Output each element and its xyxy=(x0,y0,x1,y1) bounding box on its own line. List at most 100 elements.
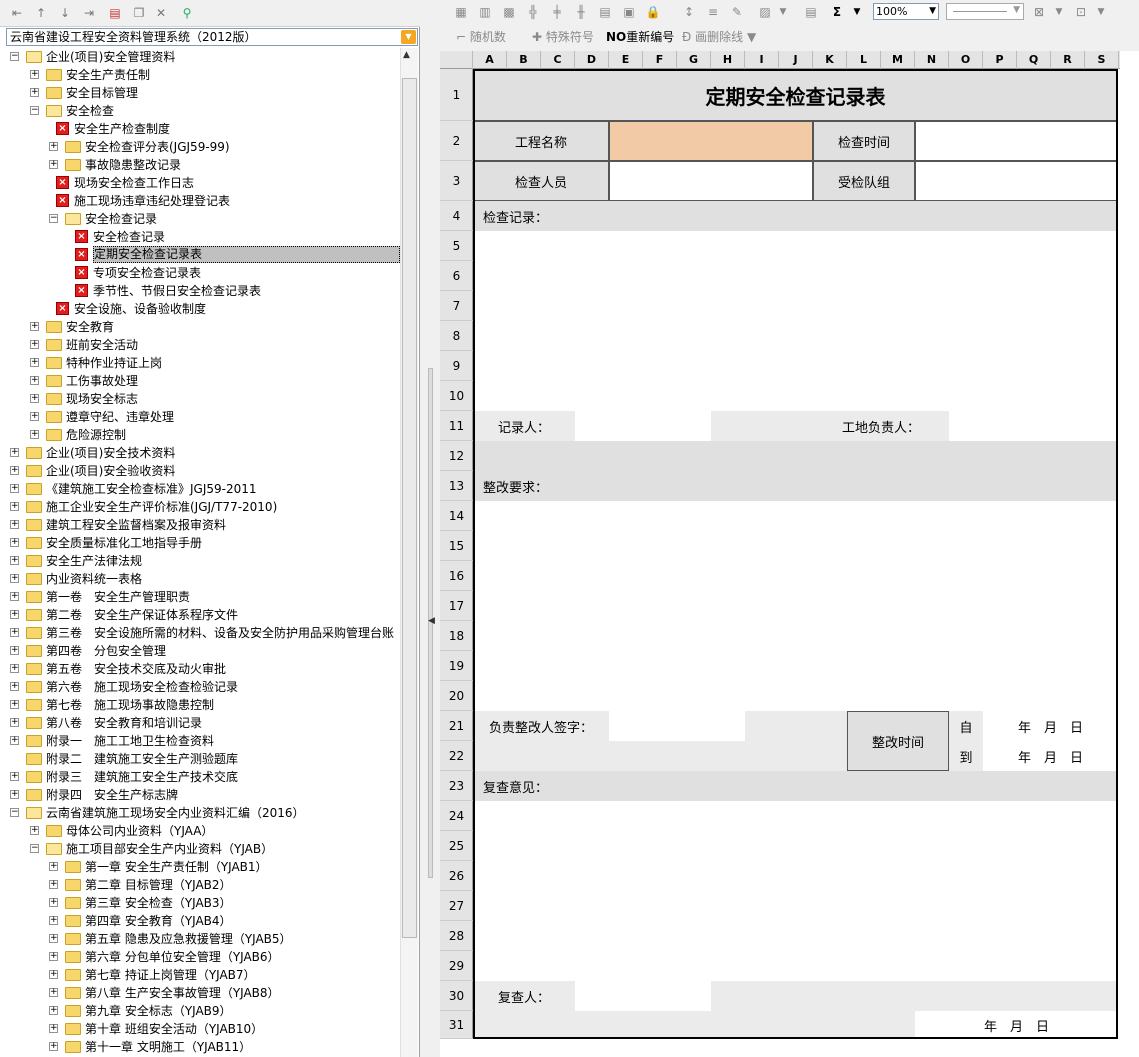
random-number-button[interactable]: ⌐ 随机数 xyxy=(456,28,506,45)
border-style-dropdown-icon[interactable]: ▼ xyxy=(1092,3,1110,21)
tree-node-label[interactable]: 第一章 安全生产责任制（YJAB1） xyxy=(85,858,268,876)
row-header-cell[interactable]: 6 xyxy=(440,261,473,291)
tree-node[interactable]: × 安全设施、设备验收制度 xyxy=(0,300,400,318)
expand-icon[interactable]: + xyxy=(10,646,19,655)
tree-node-label[interactable]: 《建筑施工安全检查标准》JGJ59-2011 xyxy=(46,480,257,498)
tree-node-label[interactable]: 第五章 隐患及应急救援管理（YJAB5） xyxy=(85,930,292,948)
column-header-cell[interactable]: P xyxy=(983,51,1017,69)
expand-icon[interactable]: + xyxy=(49,898,58,907)
column-header-cell[interactable]: D xyxy=(575,51,609,69)
tree-node-label[interactable]: 安全目标管理 xyxy=(66,84,138,102)
tree-node[interactable]: + 安全教育 xyxy=(0,318,400,336)
tree-node[interactable]: + 第五章 隐患及应急救援管理（YJAB5） xyxy=(0,930,400,948)
tree-node-label[interactable]: 第十一章 文明施工（YJAB11） xyxy=(85,1038,251,1056)
expand-icon[interactable]: + xyxy=(10,718,19,727)
row-header-cell[interactable]: 27 xyxy=(440,891,473,921)
collapse-icon[interactable]: − xyxy=(30,106,39,115)
tree-node-label[interactable]: 安全设施、设备验收制度 xyxy=(74,300,206,318)
site-leader-field[interactable] xyxy=(949,411,1118,441)
tree-node-label[interactable]: 附录三 建筑施工安全生产技术交底 xyxy=(46,768,238,786)
tree-node-label[interactable]: 第二卷 安全生产保证体系程序文件 xyxy=(46,606,238,624)
tree-node[interactable]: + 第四章 安全教育（YJAB4） xyxy=(0,912,400,930)
project-name-field[interactable] xyxy=(609,121,813,161)
row-header-cell[interactable]: 31 xyxy=(440,1011,473,1039)
expand-icon[interactable]: + xyxy=(49,916,58,925)
tree-node[interactable]: + 第二卷 安全生产保证体系程序文件 xyxy=(0,606,400,624)
tree-node[interactable]: + 安全生产法律法规 xyxy=(0,552,400,570)
renumber-button[interactable]: NO重新编号 xyxy=(606,28,674,45)
scroll-up-icon[interactable]: ▲ xyxy=(403,50,410,60)
tree-node[interactable]: + 事故隐患整改记录 xyxy=(0,156,400,174)
zoom-select[interactable]: 100% ▼ xyxy=(873,3,939,20)
row-header-cell[interactable]: 20 xyxy=(440,681,473,711)
tree-node[interactable]: + 第八章 生产安全事故管理（YJAB8） xyxy=(0,984,400,1002)
row-header-cell[interactable]: 16 xyxy=(440,561,473,591)
tree-node[interactable]: 附录二 建筑施工安全生产测验题库 xyxy=(0,750,400,768)
tree-node-label[interactable]: 现场安全标志 xyxy=(66,390,138,408)
border-style-icon[interactable]: ⊡ xyxy=(1072,3,1090,21)
expand-icon[interactable]: + xyxy=(30,394,39,403)
tree-node[interactable]: × 施工现场违章违纪处理登记表 xyxy=(0,192,400,210)
column-header-cell[interactable]: A xyxy=(473,51,507,69)
tree-node[interactable]: + 第五卷 安全技术交底及动火审批 xyxy=(0,660,400,678)
row-header-cell[interactable]: 24 xyxy=(440,801,473,831)
tree-node-label[interactable]: 第八卷 安全教育和培训记录 xyxy=(46,714,202,732)
tree-node-label[interactable]: 特种作业持证上岗 xyxy=(66,354,162,372)
scrollbar-thumb[interactable] xyxy=(402,78,417,938)
row-height-icon[interactable]: ↕ xyxy=(680,3,698,21)
collapse-icon[interactable]: − xyxy=(10,52,19,61)
tree-node[interactable]: + 第三卷 安全设施所需的材料、设备及安全防护用品采购管理台账 xyxy=(0,624,400,642)
tree-node-label[interactable]: 第三章 安全检查（YJAB3） xyxy=(85,894,232,912)
collapse-icon[interactable]: − xyxy=(30,844,39,853)
expand-icon[interactable]: + xyxy=(10,682,19,691)
expand-icon[interactable]: + xyxy=(30,322,39,331)
tree-node-label[interactable]: 建筑工程安全监督档案及报审资料 xyxy=(46,516,226,534)
border-dropdown-icon[interactable]: ▼ xyxy=(1050,3,1068,21)
tree-node-label[interactable]: 第三卷 安全设施所需的材料、设备及安全防护用品采购管理台账 xyxy=(46,624,394,642)
tree-node[interactable]: + 附录一 施工工地卫生检查资料 xyxy=(0,732,400,750)
tree-node-label[interactable]: 定期安全检查记录表 xyxy=(93,246,400,263)
tree-node-label[interactable]: 事故隐患整改记录 xyxy=(85,156,181,174)
border-icon[interactable]: ⊠ xyxy=(1030,3,1048,21)
column-header-cell[interactable]: F xyxy=(643,51,677,69)
filter-icon[interactable]: ⚲ xyxy=(178,4,196,22)
tree-node[interactable]: × 季节性、节假日安全检查记录表 xyxy=(0,282,400,300)
tree-node[interactable]: + 企业(项目)安全验收资料 xyxy=(0,462,400,480)
fill-icon[interactable]: ▩ xyxy=(500,3,518,21)
column-header-cell[interactable]: G xyxy=(677,51,711,69)
tree-node-label[interactable]: 第二章 目标管理（YJAB2） xyxy=(85,876,232,894)
tree-node[interactable]: + 第七卷 施工现场事故隐患控制 xyxy=(0,696,400,714)
tree-node[interactable]: × 安全检查记录 xyxy=(0,228,400,246)
reviewer-field[interactable] xyxy=(575,981,711,1011)
line-style-select[interactable]: ▼ xyxy=(946,3,1024,20)
collapse-icon[interactable]: − xyxy=(10,808,19,817)
tree-node[interactable]: + 安全目标管理 xyxy=(0,84,400,102)
expand-icon[interactable]: + xyxy=(30,340,39,349)
tree-node-label[interactable]: 安全检查记录 xyxy=(85,210,157,228)
tree-node-label[interactable]: 企业(项目)安全管理资料 xyxy=(46,48,175,66)
tree-node[interactable]: − 安全检查 xyxy=(0,102,400,120)
expand-icon[interactable]: + xyxy=(49,142,58,151)
tree-node[interactable]: + 第十章 班组安全活动（YJAB10） xyxy=(0,1020,400,1038)
last-icon[interactable]: ⇥ xyxy=(80,4,98,22)
row-header-cell[interactable]: 22 xyxy=(440,741,473,771)
delete-row-icon[interactable]: ╪ xyxy=(548,3,566,21)
tree-node[interactable]: + 附录三 建筑施工安全生产技术交底 xyxy=(0,768,400,786)
table-icon[interactable]: ▣ xyxy=(620,3,638,21)
row-header-cell[interactable]: 19 xyxy=(440,651,473,681)
tree-node[interactable]: + 第三章 安全检查（YJAB3） xyxy=(0,894,400,912)
tree-node[interactable]: × 专项安全检查记录表 xyxy=(0,264,400,282)
tree-node[interactable]: + 施工企业安全生产评价标准(JGJ/T77-2010) xyxy=(0,498,400,516)
expand-icon[interactable]: + xyxy=(49,934,58,943)
expand-icon[interactable]: + xyxy=(49,970,58,979)
inspector-field[interactable] xyxy=(609,161,813,201)
tree-node-label[interactable]: 附录二 建筑施工安全生产测验题库 xyxy=(46,750,238,768)
tree-node[interactable]: + 安全检查评分表(JGJ59-99) xyxy=(0,138,400,156)
tree-node-label[interactable]: 企业(项目)安全技术资料 xyxy=(46,444,175,462)
tree-node-label[interactable]: 季节性、节假日安全检查记录表 xyxy=(93,282,261,300)
row-header-cell[interactable]: 4 xyxy=(440,201,473,231)
row-header-cell[interactable]: 17 xyxy=(440,591,473,621)
row-header-cell[interactable]: 26 xyxy=(440,861,473,891)
row-header-cell[interactable]: 11 xyxy=(440,411,473,441)
row-header-cell[interactable]: 29 xyxy=(440,951,473,981)
